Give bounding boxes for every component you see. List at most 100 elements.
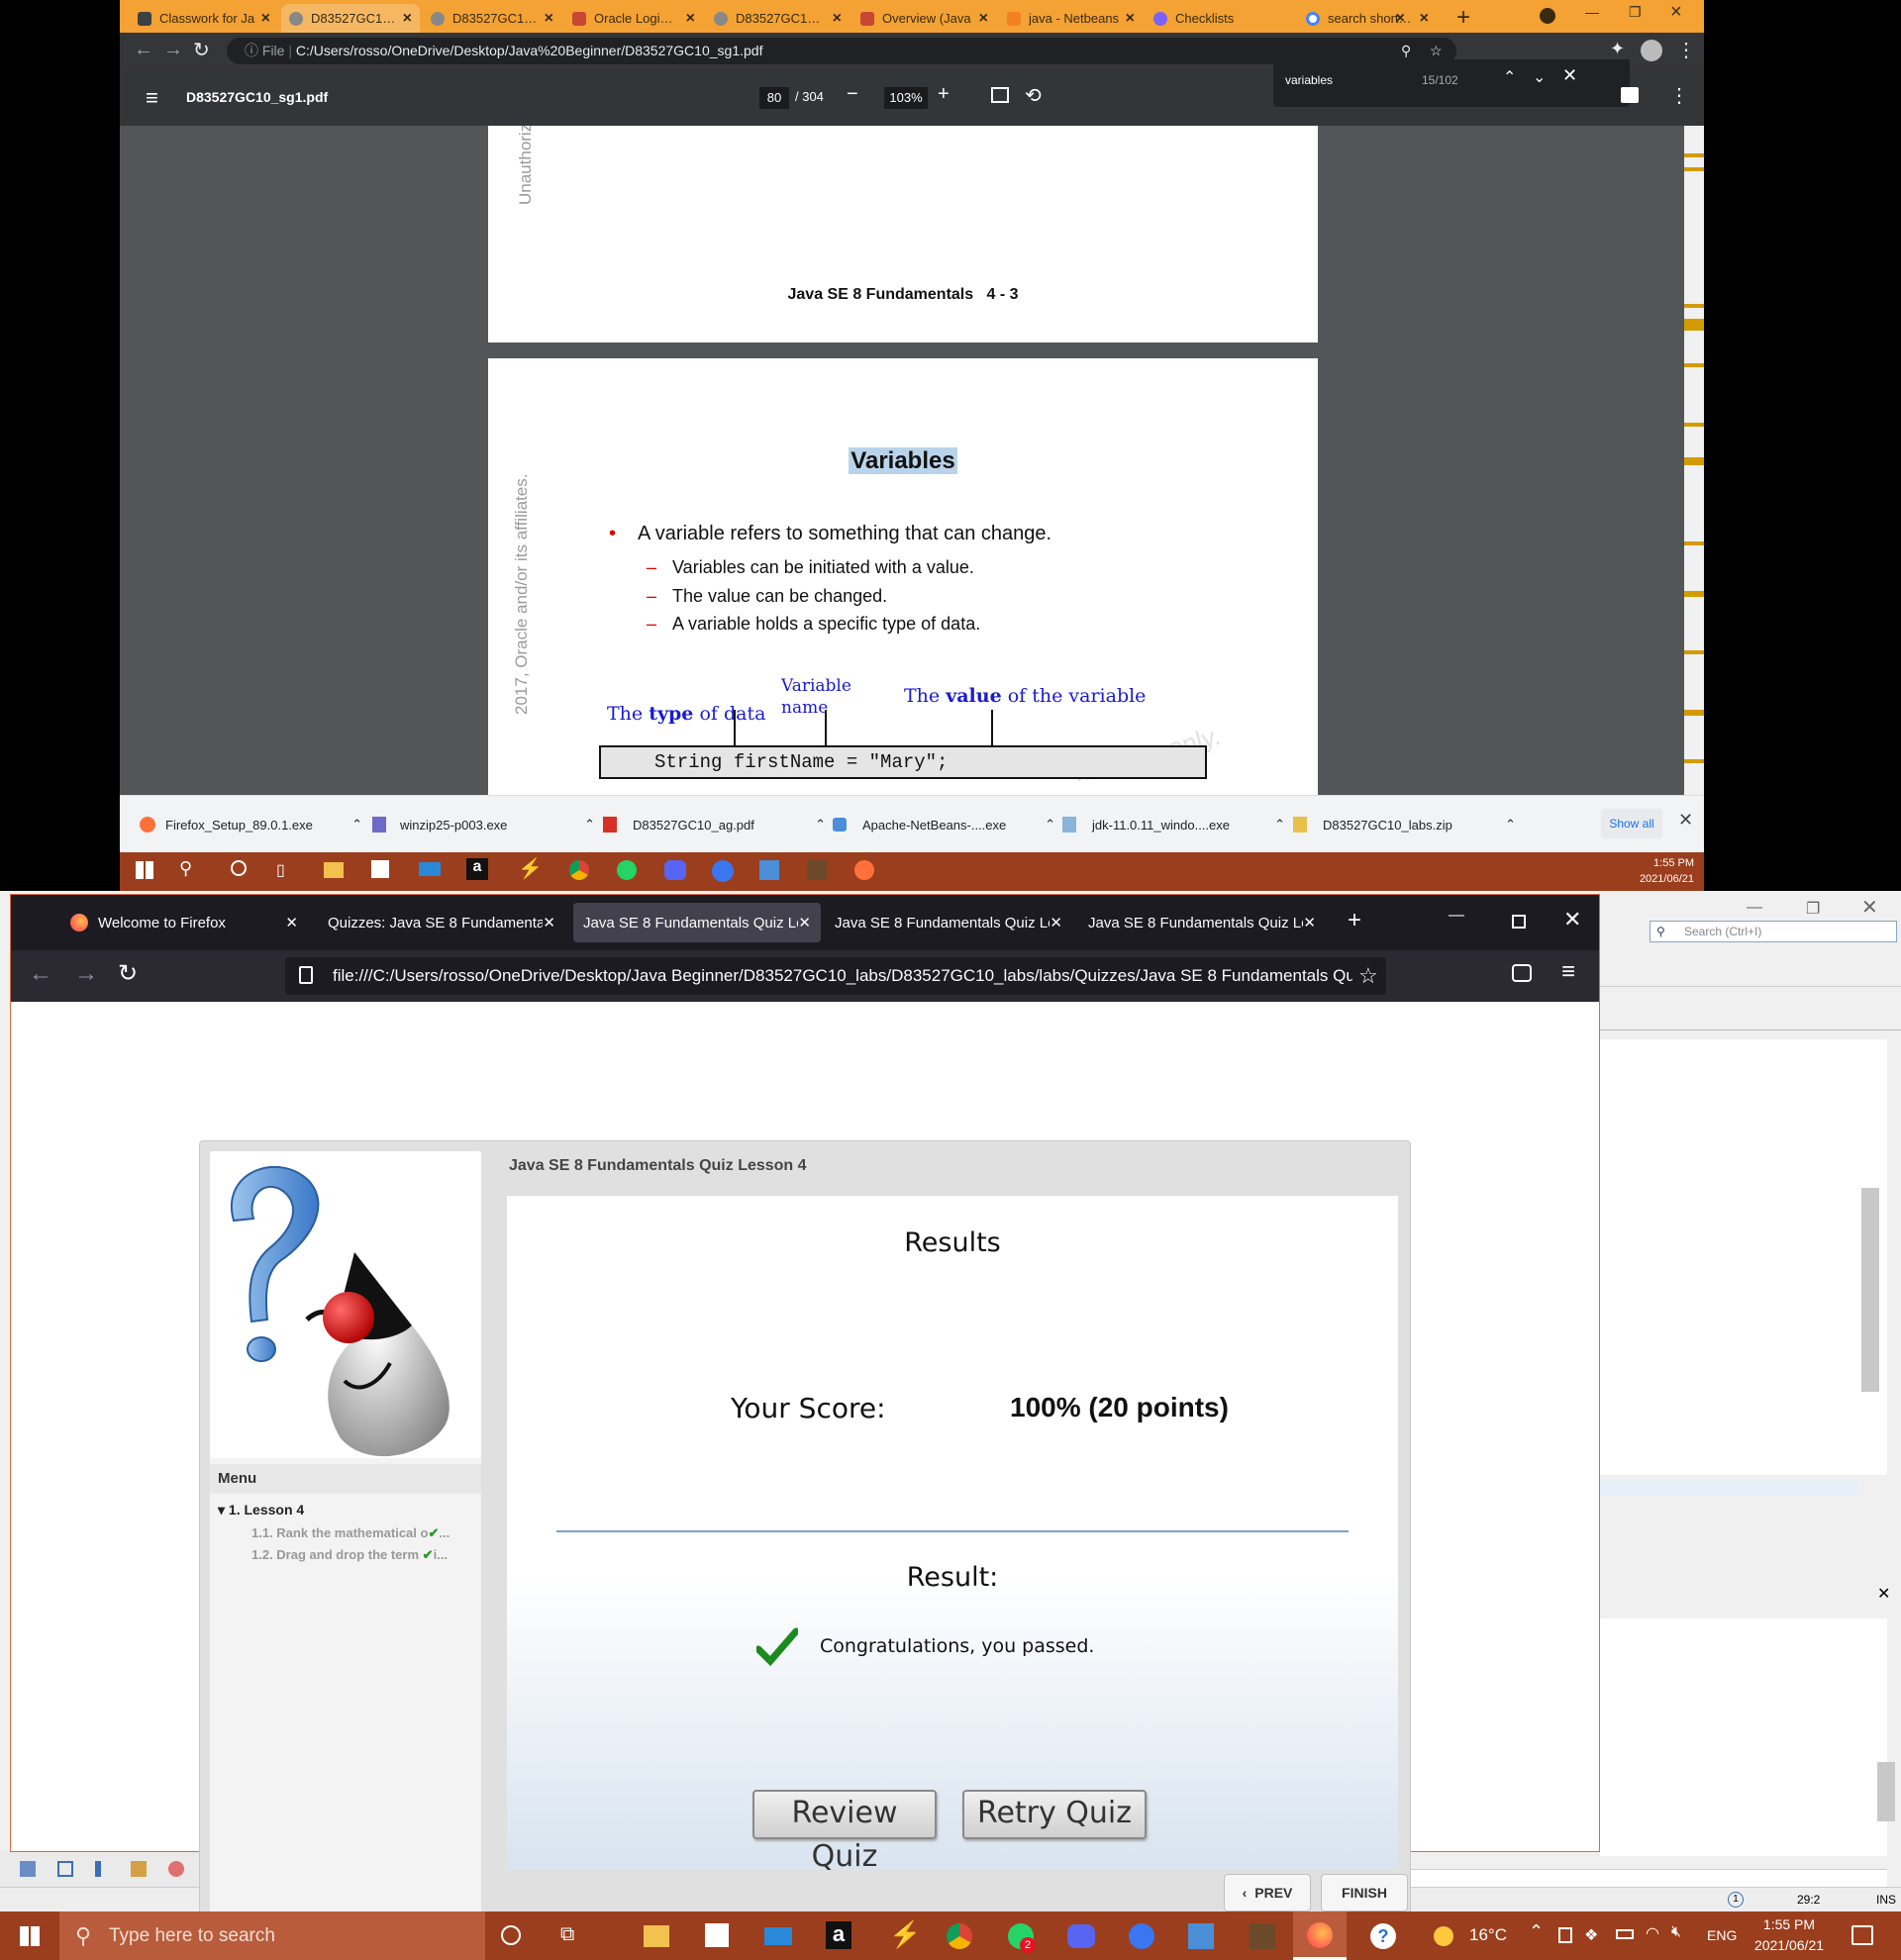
tab-search-icon[interactable] xyxy=(1540,8,1555,24)
meet-icon[interactable] xyxy=(1558,1927,1572,1943)
download-item[interactable]: Firefox_Setup_89.0.1.exe ⌃ xyxy=(140,796,362,853)
kebab-menu-icon[interactable]: ⋮ xyxy=(1676,38,1696,62)
new-tab-button[interactable]: + xyxy=(1456,4,1470,32)
speaker-muted-icon[interactable]: 🔇︎ xyxy=(1671,1923,1681,1941)
print-icon[interactable] xyxy=(1621,87,1639,103)
download-item[interactable]: D83527GC10_labs.zip ⌃ xyxy=(1293,796,1516,853)
extensions-icon[interactable]: ✦ xyxy=(1610,39,1625,59)
scrollbar-thumb[interactable] xyxy=(1877,1762,1895,1821)
close-icon[interactable]: × xyxy=(261,10,270,28)
hamburger-menu-icon[interactable]: ≡ xyxy=(1561,958,1575,986)
amazon-icon[interactable]: a xyxy=(466,858,488,880)
minimize-button[interactable]: — xyxy=(1449,907,1464,925)
download-item[interactable]: Apache-NetBeans-....exe ⌃ xyxy=(833,796,1055,853)
avatar[interactable] xyxy=(1641,40,1662,61)
chevron-up-icon[interactable]: ⌃ xyxy=(1274,817,1285,833)
editor-pane[interactable] xyxy=(1600,1039,1887,1475)
taskbar-search-box[interactable]: ⚲ Type here to search xyxy=(59,1911,485,1960)
chrome-icon[interactable] xyxy=(569,860,589,880)
finish-button[interactable]: FINISH xyxy=(1321,1874,1408,1911)
maximize-button[interactable]: ❐ xyxy=(1629,4,1642,21)
show-all-button[interactable]: Show all xyxy=(1601,809,1662,838)
system-clock[interactable]: 1:55 PM 2021/06/21 xyxy=(1745,1914,1834,1956)
close-tab-icon[interactable]: ✕ xyxy=(1303,914,1316,931)
signal-icon[interactable] xyxy=(1129,1923,1154,1949)
firefox-tab[interactable]: Java SE 8 Fundamentals Quiz Le ✕ xyxy=(825,903,1072,942)
new-tab-button[interactable]: + xyxy=(1348,907,1361,934)
output-pane[interactable] xyxy=(1600,1618,1887,1856)
close-tab-icon[interactable]: ✕ xyxy=(798,914,811,931)
close-window-button[interactable]: × xyxy=(1670,1,1682,24)
close-window-button[interactable]: ✕ xyxy=(1861,895,1878,920)
reload-icon[interactable]: ↻ xyxy=(193,38,210,62)
close-tab-icon[interactable]: ✕ xyxy=(543,914,555,931)
chrome-icon[interactable] xyxy=(947,1923,972,1949)
chrome-tab[interactable]: Oracle Login - R × xyxy=(564,4,703,33)
chrome-tab[interactable]: Overview (Java × xyxy=(852,4,996,33)
bookmark-star-icon[interactable]: ☆ xyxy=(1352,957,1384,995)
netbeans-icon[interactable] xyxy=(1188,1923,1214,1949)
firefox-taskbar-button[interactable] xyxy=(1293,1911,1347,1960)
cortana-icon[interactable] xyxy=(501,1925,521,1945)
menu-item[interactable]: 1.1. Rank the mathematical o✔... xyxy=(251,1525,479,1541)
tool-icon[interactable] xyxy=(57,1861,73,1877)
task-view-icon[interactable]: ▯ xyxy=(276,860,285,880)
windows-start-icon[interactable] xyxy=(20,1926,40,1946)
file-explorer-icon[interactable] xyxy=(324,862,344,878)
minecraft-icon[interactable] xyxy=(807,860,827,880)
zoom-out-icon[interactable]: − xyxy=(847,83,858,106)
battery-icon[interactable] xyxy=(1616,1929,1634,1939)
zoom-input[interactable]: 103% xyxy=(884,87,928,109)
tool-icon[interactable] xyxy=(168,1861,184,1877)
caret-down-icon[interactable]: ▾ xyxy=(218,1502,229,1518)
find-close-icon[interactable]: ✕ xyxy=(1562,65,1577,86)
cortana-icon[interactable] xyxy=(231,860,247,876)
chrome-tab-active[interactable]: D83527GC10_sg× xyxy=(281,4,420,33)
page-number-input[interactable]: 80 xyxy=(759,87,789,109)
tool-icon[interactable] xyxy=(95,1861,101,1877)
pdf-scrollbar[interactable] xyxy=(1684,126,1704,795)
language-indicator[interactable]: ENG xyxy=(1707,1927,1737,1943)
close-shelf-icon[interactable]: ✕ xyxy=(1678,810,1693,831)
tool-icon[interactable] xyxy=(131,1861,147,1877)
chrome-tab[interactable]: Classwork for Ja × xyxy=(130,4,278,33)
chevron-up-icon[interactable]: ⌃ xyxy=(1045,817,1055,833)
minimize-button[interactable]: — xyxy=(1585,4,1599,20)
amazon-icon[interactable]: a xyxy=(826,1921,851,1949)
close-icon[interactable]: × xyxy=(686,10,695,28)
fit-page-icon[interactable] xyxy=(991,87,1009,103)
close-window-button[interactable]: ✕ xyxy=(1563,907,1581,932)
netbeans-search[interactable]: ⚲ Search (Ctrl+I) xyxy=(1650,921,1897,942)
maximize-button[interactable]: ❐ xyxy=(1806,899,1820,919)
chevron-up-icon[interactable]: ⌃ xyxy=(351,817,362,833)
whatsapp-icon[interactable] xyxy=(617,860,637,880)
winamp-icon[interactable]: ⚡ xyxy=(518,856,543,881)
notification-badge[interactable]: 1 xyxy=(1728,1892,1744,1908)
netbeans-icon[interactable] xyxy=(759,860,779,880)
retry-quiz-button[interactable]: Retry Quiz xyxy=(962,1790,1147,1839)
chrome-tab[interactable]: java - Netbeans × xyxy=(999,4,1143,33)
close-icon[interactable]: × xyxy=(545,10,553,28)
back-icon[interactable]: ← xyxy=(29,960,52,988)
store-icon[interactable] xyxy=(705,1923,729,1947)
notification-center-icon[interactable] xyxy=(1851,1925,1873,1945)
forward-icon[interactable]: → xyxy=(74,960,98,988)
back-icon[interactable]: ← xyxy=(134,39,153,61)
menu-item[interactable]: 1.2. Drag and drop the term ✔i... xyxy=(251,1547,479,1563)
winamp-icon[interactable]: ⚡ xyxy=(889,1919,921,1950)
download-item[interactable]: winzip25-p003.exe ⌃ xyxy=(372,796,595,853)
task-view-icon[interactable]: ⧉ xyxy=(560,1923,574,1946)
reload-icon[interactable]: ↻ xyxy=(118,959,138,988)
pocket-icon[interactable] xyxy=(1512,964,1532,982)
discord-icon[interactable] xyxy=(1067,1924,1095,1948)
chevron-up-icon[interactable]: ⌃ xyxy=(815,817,826,833)
chrome-tab[interactable]: search shortcut × xyxy=(1298,4,1437,33)
firefox-address-bar[interactable]: file:///C:/Users/rosso/OneDrive/Desktop/… xyxy=(285,957,1386,995)
chrome-tab[interactable]: D83527GC10_ag × xyxy=(706,4,850,33)
address-bar[interactable]: ⓘ File | C:/Users/rosso/OneDrive/Desktop… xyxy=(227,38,1456,64)
windows-icon[interactable] xyxy=(136,861,153,879)
signal-icon[interactable] xyxy=(712,860,734,882)
minecraft-icon[interactable] xyxy=(1250,1923,1275,1949)
chevron-up-icon[interactable]: ⌃ xyxy=(1529,1921,1544,1942)
chevron-up-icon[interactable]: ⌃ xyxy=(584,817,595,833)
